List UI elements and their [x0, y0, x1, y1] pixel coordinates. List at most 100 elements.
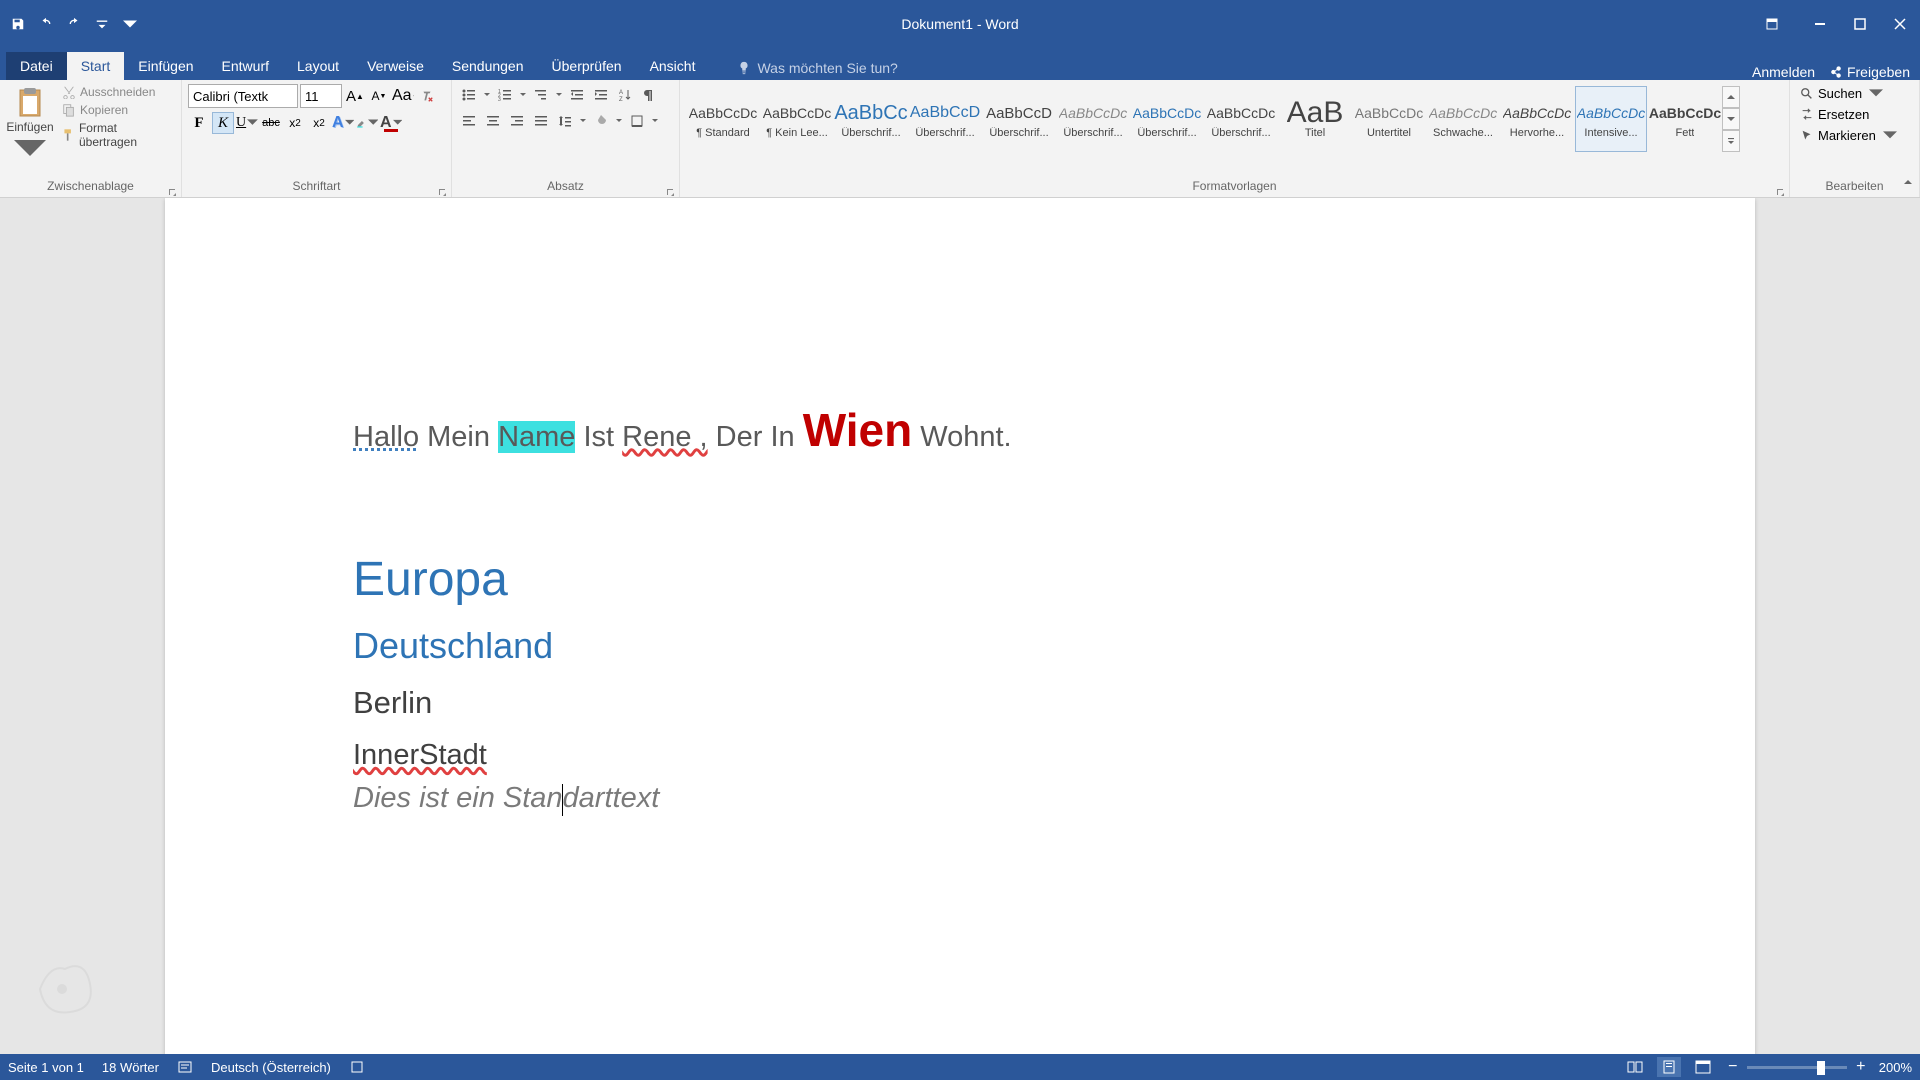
styles-expand[interactable] [1722, 130, 1740, 152]
close-button[interactable] [1880, 9, 1920, 39]
styles-scroll-up[interactable] [1722, 86, 1740, 108]
zoom-percent[interactable]: 200% [1879, 1060, 1912, 1075]
page[interactable]: Hallo Mein Name Ist Rene , Der In Wien W… [165, 198, 1755, 1054]
superscript-button[interactable]: x2 [308, 112, 330, 134]
style-box[interactable]: AaBbCcDcIntensive... [1575, 86, 1647, 152]
language-status[interactable]: Deutsch (Österreich) [211, 1060, 331, 1075]
print-layout-button[interactable] [1657, 1057, 1681, 1077]
standard-text-paragraph[interactable]: Dies ist ein Standarttext [353, 782, 1567, 815]
copy-button[interactable]: Kopieren [58, 102, 175, 118]
tab-view[interactable]: Ansicht [636, 52, 710, 80]
font-name-select[interactable] [188, 84, 298, 108]
style-box[interactable]: AaBbCcDÜberschrif... [909, 86, 981, 152]
borders-button[interactable] [626, 110, 648, 132]
find-button[interactable]: Suchen [1796, 84, 1913, 103]
tab-references[interactable]: Verweise [353, 52, 438, 80]
styles-dialog-launcher[interactable] [1776, 184, 1786, 194]
sort-button[interactable]: AZ [614, 84, 636, 106]
text-effects-button[interactable]: A [332, 112, 354, 134]
proofing-button[interactable] [177, 1059, 193, 1075]
format-painter-button[interactable]: Format übertragen [58, 120, 175, 150]
zoom-thumb[interactable] [1817, 1061, 1825, 1075]
redo-button[interactable] [64, 14, 84, 34]
highlight-button[interactable] [356, 112, 378, 134]
grow-font-button[interactable]: A▲ [344, 85, 366, 107]
save-button[interactable] [8, 14, 28, 34]
style-box[interactable]: AaBbCcÜberschrif... [835, 86, 907, 152]
strikethrough-button[interactable]: abc [260, 112, 282, 134]
tab-file[interactable]: Datei [6, 52, 67, 80]
read-mode-button[interactable] [1623, 1057, 1647, 1077]
bullets-dropdown[interactable] [482, 84, 492, 106]
style-box[interactable]: AaBbCcDc¶ Standard [687, 86, 759, 152]
align-left-button[interactable] [458, 110, 480, 132]
tab-design[interactable]: Entwurf [208, 52, 283, 80]
italic-button[interactable]: K [212, 112, 234, 134]
clipboard-dialog-launcher[interactable] [168, 184, 178, 194]
heading-4[interactable]: InnerStadt [353, 739, 487, 772]
shading-button[interactable] [590, 110, 612, 132]
minimize-button[interactable] [1800, 9, 1840, 39]
decrease-indent-button[interactable] [566, 84, 588, 106]
line-spacing-dropdown[interactable] [578, 110, 588, 132]
heading-2[interactable]: Deutschland [353, 625, 1567, 667]
style-box[interactable]: AaBbCcDcFett [1649, 86, 1721, 152]
show-marks-button[interactable] [638, 84, 660, 106]
align-center-button[interactable] [482, 110, 504, 132]
tab-insert[interactable]: Einfügen [124, 52, 207, 80]
style-box[interactable]: AaBbCcDcÜberschrif... [1057, 86, 1129, 152]
style-box[interactable]: AaBbCcDcHervorhe... [1501, 86, 1573, 152]
zoom-track[interactable] [1747, 1066, 1847, 1069]
share-button[interactable]: Freigeben [1829, 64, 1910, 80]
tab-start[interactable]: Start [67, 52, 125, 80]
line-spacing-button[interactable] [554, 110, 576, 132]
numbering-dropdown[interactable] [518, 84, 528, 106]
justify-button[interactable] [530, 110, 552, 132]
bullets-button[interactable] [458, 84, 480, 106]
cut-button[interactable]: Ausschneiden [58, 84, 175, 100]
heading-1[interactable]: Europa [353, 552, 1567, 607]
maximize-button[interactable] [1840, 9, 1880, 39]
style-box[interactable]: AaBbCcDcUntertitel [1353, 86, 1425, 152]
qat-customize-button[interactable] [120, 14, 140, 34]
clear-formatting-button[interactable] [416, 85, 438, 107]
heading-3[interactable]: Berlin [353, 685, 1567, 721]
tab-review[interactable]: Überprüfen [538, 52, 636, 80]
document-area[interactable]: Hallo Mein Name Ist Rene , Der In Wien W… [0, 198, 1920, 1054]
tab-layout[interactable]: Layout [283, 52, 353, 80]
style-box[interactable]: AaBbCcDÜberschrif... [983, 86, 1055, 152]
style-box[interactable]: AaBTitel [1279, 86, 1351, 152]
tab-mailings[interactable]: Sendungen [438, 52, 538, 80]
ribbon-display-options-button[interactable] [1752, 9, 1792, 39]
select-button[interactable]: Markieren [1796, 126, 1913, 145]
subscript-button[interactable]: x2 [284, 112, 306, 134]
shading-dropdown[interactable] [614, 110, 624, 132]
font-size-select[interactable] [300, 84, 342, 108]
web-layout-button[interactable] [1691, 1057, 1715, 1077]
signin-button[interactable]: Anmelden [1752, 64, 1815, 80]
bold-button[interactable]: F [188, 112, 210, 134]
change-case-button[interactable]: Aa [392, 85, 414, 107]
increase-indent-button[interactable] [590, 84, 612, 106]
tell-me-search[interactable]: Was möchten Sie tun? [729, 56, 905, 80]
paragraph-dialog-launcher[interactable] [666, 184, 676, 194]
page-status[interactable]: Seite 1 von 1 [8, 1060, 84, 1075]
paste-button[interactable]: Einfügen [6, 84, 54, 168]
numbering-button[interactable]: 123 [494, 84, 516, 106]
underline-button[interactable]: U [236, 112, 258, 134]
font-color-button[interactable]: A [380, 112, 402, 134]
style-box[interactable]: AaBbCcDcÜberschrif... [1131, 86, 1203, 152]
multilevel-dropdown[interactable] [554, 84, 564, 106]
collapse-ribbon-button[interactable] [1902, 175, 1914, 193]
borders-dropdown[interactable] [650, 110, 660, 132]
style-box[interactable]: AaBbCcDcSchwache... [1427, 86, 1499, 152]
shrink-font-button[interactable]: A▼ [368, 85, 390, 107]
align-right-button[interactable] [506, 110, 528, 132]
zoom-in-button[interactable]: + [1853, 1058, 1869, 1076]
macro-button[interactable] [349, 1059, 365, 1075]
paragraph-line-1[interactable]: Hallo Mein Name Ist Rene , Der In Wien W… [353, 398, 1567, 462]
style-box[interactable]: AaBbCcDcÜberschrif... [1205, 86, 1277, 152]
multilevel-list-button[interactable] [530, 84, 552, 106]
undo-button[interactable] [36, 14, 56, 34]
font-dialog-launcher[interactable] [438, 184, 448, 194]
